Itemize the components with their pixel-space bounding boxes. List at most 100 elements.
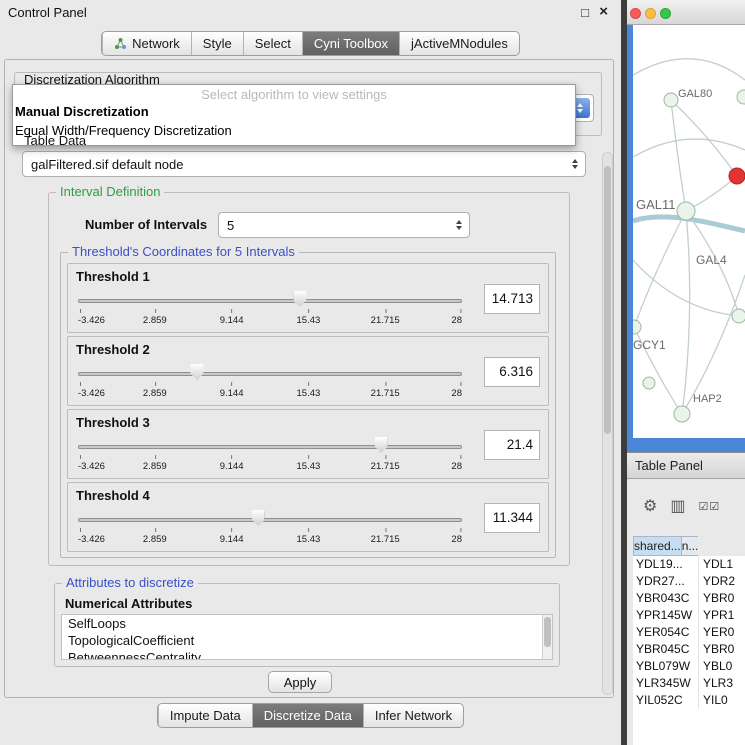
columns-icon[interactable]: ▥: [670, 499, 685, 515]
attribute-list-item[interactable]: BetweennessCentrality: [62, 649, 552, 660]
table-cell[interactable]: YBR0: [699, 590, 745, 607]
checkbox-icons[interactable]: ☑☑: [698, 499, 720, 515]
zoom-traffic-light[interactable]: [660, 8, 671, 19]
table-cell[interactable]: YLR3: [699, 675, 745, 692]
table-cell[interactable]: YER0: [699, 624, 745, 641]
algorithm-option[interactable]: Manual Discretization: [13, 102, 575, 121]
threshold-slider[interactable]: -3.4262.8599.14415.4321.71528: [78, 434, 462, 476]
top-tab[interactable]: Network: [102, 32, 191, 55]
table-panel-titlebar[interactable]: Table Panel: [627, 452, 745, 479]
slider-tick-label: 15.43: [297, 388, 321, 399]
table-cell[interactable]: YDL19...: [633, 556, 699, 573]
network-edge[interactable]: [671, 100, 686, 211]
table-cell[interactable]: YBL0: [699, 658, 745, 675]
close-traffic-light[interactable]: [630, 8, 641, 19]
table-cell[interactable]: YLR345W: [633, 675, 699, 692]
table-cell[interactable]: YER054C: [633, 624, 699, 641]
table-column-header[interactable]: shared...: [633, 536, 681, 556]
threshold-slider[interactable]: -3.4262.8599.14415.4321.71528: [78, 288, 462, 330]
slider-track[interactable]: [78, 445, 462, 449]
table-row[interactable]: YDR27... YDR2: [633, 573, 745, 590]
table-data-value: galFiltered.sif default node: [31, 152, 183, 176]
table-cell[interactable]: YPR145W: [633, 607, 699, 624]
table-panel-title: Table Panel: [635, 458, 703, 473]
threshold-value-field[interactable]: 21.4: [484, 430, 540, 460]
close-window-button[interactable]: ×: [599, 3, 608, 20]
slider-scale: -3.4262.8599.14415.4321.71528: [78, 308, 462, 328]
slider-thumb[interactable]: [293, 291, 306, 307]
attribute-list-item[interactable]: TopologicalCoefficient: [62, 632, 552, 649]
top-tab-bar: Network Style: [0, 31, 621, 56]
threshold-slider[interactable]: -3.4262.8599.14415.4321.71528: [78, 507, 462, 549]
top-tab[interactable]: jActiveMNodules: [399, 32, 519, 55]
network-edge[interactable]: [682, 211, 690, 414]
network-graph[interactable]: GAL80GAL11GAL4GCY1HAP2: [633, 25, 745, 438]
network-node[interactable]: [677, 202, 695, 220]
numerical-attributes-list[interactable]: SelfLoopsTopologicalCoefficientBetweenne…: [61, 614, 553, 660]
thresholds-group: Threshold 1 -3.4262.8599.14415.4321.7152…: [60, 252, 556, 558]
top-tab[interactable]: Select: [243, 32, 302, 55]
table-cell[interactable]: YBL079W: [633, 658, 699, 675]
panel-scrollbar-thumb[interactable]: [604, 166, 611, 434]
slider-track[interactable]: [78, 372, 462, 376]
settings-gear-icon[interactable]: ⚙: [643, 499, 657, 515]
top-tab-label: Network: [132, 36, 180, 51]
network-node[interactable]: [732, 309, 745, 323]
table-cell[interactable]: YIL052C: [633, 692, 699, 709]
table-cell[interactable]: YIL0: [699, 692, 745, 709]
threshold-value-field[interactable]: 11.344: [484, 503, 540, 533]
table-row[interactable]: YPR145W YPR1: [633, 607, 745, 624]
slider-thumb[interactable]: [252, 510, 265, 526]
list-scrollbar[interactable]: [542, 615, 552, 659]
threshold-row: Threshold 1 -3.4262.8599.14415.4321.7152…: [67, 263, 549, 333]
number-of-intervals-combobox[interactable]: 5: [218, 212, 470, 238]
bottom-tab[interactable]: Discretize Data: [252, 704, 363, 727]
table-row[interactable]: YDL19... YDL1: [633, 556, 745, 573]
network-window-titlebar[interactable]: [627, 0, 745, 25]
slider-thumb[interactable]: [191, 364, 204, 380]
table-cell[interactable]: YDR2: [699, 573, 745, 590]
table-row[interactable]: YLR345W YLR3: [633, 675, 745, 692]
table-cell[interactable]: YBR045C: [633, 641, 699, 658]
network-node[interactable]: [674, 406, 690, 422]
network-node[interactable]: [633, 320, 641, 334]
table-cell[interactable]: YDR27...: [633, 573, 699, 590]
table-column-header[interactable]: n...: [681, 536, 699, 556]
list-scrollbar-thumb[interactable]: [544, 617, 551, 647]
table-row[interactable]: YBR043C YBR0: [633, 590, 745, 607]
bottom-tab[interactable]: Impute Data: [158, 704, 252, 727]
network-canvas[interactable]: GAL80GAL11GAL4GCY1HAP2: [633, 25, 745, 438]
table-cell[interactable]: YBR0: [699, 641, 745, 658]
table-cell[interactable]: YPR1: [699, 607, 745, 624]
panel-scrollbar[interactable]: [602, 152, 613, 695]
threshold-value-field[interactable]: 6.316: [484, 357, 540, 387]
apply-button[interactable]: Apply: [268, 671, 332, 693]
threshold-value-field[interactable]: 14.713: [484, 284, 540, 314]
bottom-tab[interactable]: Infer Network: [363, 704, 463, 727]
network-node[interactable]: [737, 90, 745, 104]
network-edge[interactable]: [633, 59, 745, 80]
float-window-button[interactable]: □: [581, 5, 589, 20]
network-edge[interactable]: [671, 100, 737, 176]
network-node[interactable]: [643, 377, 655, 389]
slider-track[interactable]: [78, 299, 462, 303]
table-row[interactable]: YBL079W YBL0: [633, 658, 745, 675]
network-node[interactable]: [664, 93, 678, 107]
table-cell[interactable]: YBR043C: [633, 590, 699, 607]
minimize-traffic-light[interactable]: [645, 8, 656, 19]
table-data-combobox[interactable]: galFiltered.sif default node: [22, 151, 586, 177]
slider-thumb[interactable]: [375, 437, 388, 453]
table-row[interactable]: YER054C YER0: [633, 624, 745, 641]
network-edge[interactable]: [633, 139, 745, 157]
table-cell[interactable]: YDL1: [699, 556, 745, 573]
top-tab[interactable]: Style: [191, 32, 243, 55]
table-row[interactable]: YIL052C YIL0: [633, 692, 745, 709]
table-row[interactable]: YBR045C YBR0: [633, 641, 745, 658]
slider-tick-label: 2.859: [143, 461, 167, 472]
threshold-slider[interactable]: -3.4262.8599.14415.4321.71528: [78, 361, 462, 403]
algorithm-option[interactable]: Equal Width/Frequency Discretization: [13, 121, 575, 140]
attribute-list-item[interactable]: SelfLoops: [62, 615, 552, 632]
slider-track[interactable]: [78, 518, 462, 522]
network-node-selected[interactable]: [729, 168, 745, 184]
top-tab[interactable]: Cyni Toolbox: [302, 32, 399, 55]
